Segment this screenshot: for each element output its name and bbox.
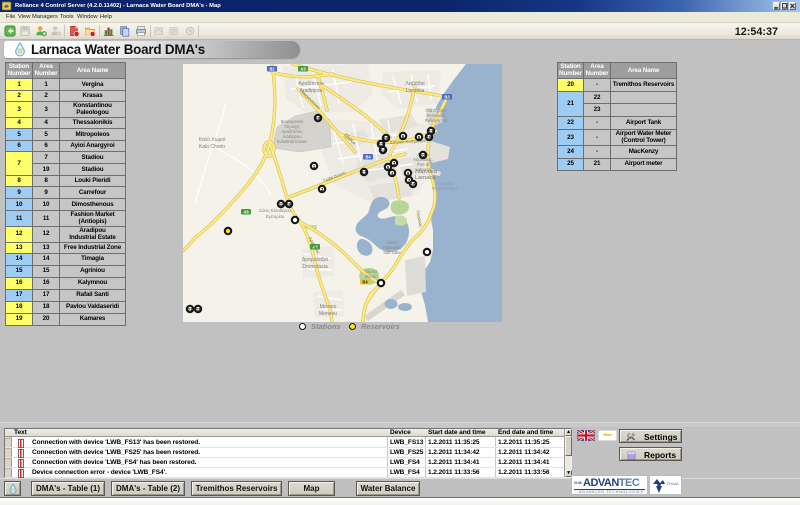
svg-text:13: 13 — [429, 129, 434, 134]
svg-text:Kalo Chorio: Kalo Chorio — [199, 144, 225, 150]
svg-text:17: 17 — [362, 170, 367, 175]
svg-text:Λάρνακα: Λάρνακα — [415, 168, 438, 175]
svg-text:B2: B2 — [269, 66, 275, 71]
svg-text:A6: A6 — [243, 209, 249, 214]
svg-text:B4: B4 — [365, 154, 371, 159]
svg-text:Φωτός: Φωτός — [365, 274, 378, 279]
svg-text:Λειβάδια: Λειβάδια — [405, 80, 424, 87]
svg-text:Αραδίππου: Αραδίππου — [298, 81, 324, 87]
svg-text:Ζώνη Ελευθέρου: Ζώνη Ελευθέρου — [259, 208, 291, 213]
svg-text:21: 21 — [188, 307, 193, 312]
svg-text:18: 18 — [316, 116, 321, 121]
svg-text:19: 19 — [384, 136, 389, 141]
svg-text:16: 16 — [287, 202, 292, 207]
svg-text:Refinery Ltd: Refinery Ltd — [425, 118, 448, 123]
svg-text:Φοινικούδων: Φοινικούδων — [432, 185, 459, 191]
svg-text:A3: A3 — [300, 66, 306, 71]
svg-text:Larnaca: Larnaca — [415, 175, 436, 181]
svg-text:15: 15 — [427, 135, 432, 140]
svg-text:Δρομολαξιά: Δρομολαξιά — [302, 256, 328, 263]
svg-text:Meneou: Meneou — [319, 311, 337, 317]
svg-text:Salt Lake: Salt Lake — [383, 250, 401, 255]
svg-text:Industrial Estate: Industrial Estate — [277, 139, 308, 144]
svg-text:Καλό Χωριό: Καλό Χωριό — [199, 136, 226, 143]
svg-text:23: 23 — [196, 307, 201, 312]
svg-text:22: 22 — [421, 153, 426, 158]
svg-text:B3: B3 — [444, 94, 450, 99]
svg-text:14: 14 — [381, 148, 386, 153]
svg-text:12: 12 — [379, 142, 384, 147]
svg-text:11: 11 — [279, 202, 284, 207]
svg-text:Μενεού: Μενεού — [320, 303, 337, 310]
svg-text:Dromolaxia: Dromolaxia — [302, 264, 328, 270]
svg-text:Livadhia: Livadhia — [406, 88, 425, 94]
svg-text:10: 10 — [411, 182, 416, 187]
svg-text:B4: B4 — [362, 279, 368, 284]
svg-text:Εμπορίου: Εμπορίου — [266, 214, 285, 219]
